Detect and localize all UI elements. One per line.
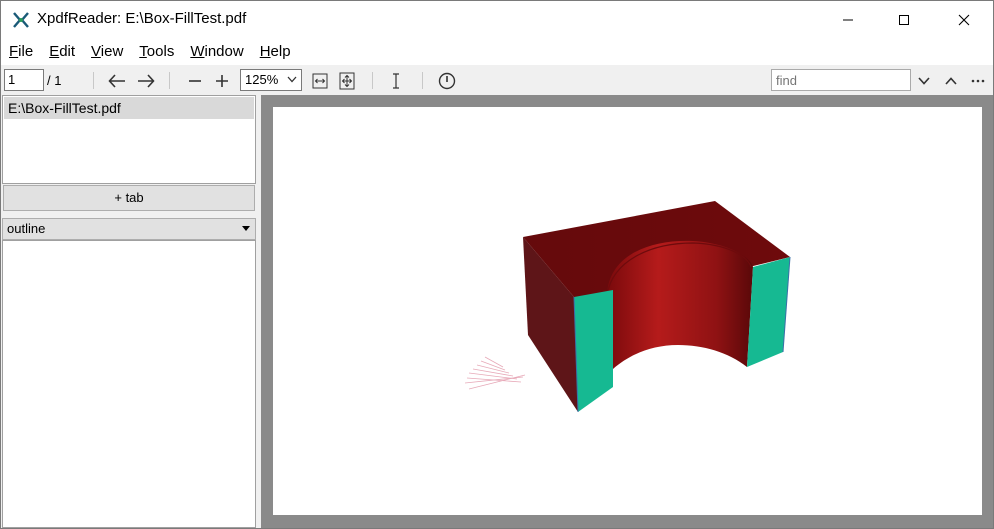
- fit-width-icon: [312, 73, 328, 89]
- close-icon: [958, 14, 970, 26]
- select-text-button[interactable]: [385, 70, 407, 92]
- maximize-button[interactable]: [881, 1, 927, 39]
- more-icon: [971, 79, 985, 83]
- menu-tools[interactable]: Tools: [131, 39, 182, 65]
- page-number-input[interactable]: 1: [4, 69, 44, 91]
- menu-view[interactable]: View: [83, 39, 131, 65]
- teal-face-left: [574, 290, 613, 412]
- menu-help[interactable]: Help: [252, 39, 299, 65]
- menu-edit[interactable]: Edit: [41, 39, 83, 65]
- app-window: XpdfReader: E:\Box-FillTest.pdf File Edi…: [0, 0, 994, 529]
- about-icon: [438, 72, 456, 90]
- fit-page-button[interactable]: [336, 70, 358, 92]
- minimize-icon: [843, 19, 853, 21]
- dropdown-arrow-icon: [242, 226, 250, 231]
- plus-icon: [216, 75, 228, 87]
- tab-item[interactable]: E:\Box-FillTest.pdf: [4, 97, 254, 119]
- hatch-lines: [464, 356, 526, 390]
- toolbar-separator: [422, 72, 423, 89]
- zoom-select[interactable]: 125%: [240, 69, 302, 91]
- more-button[interactable]: [967, 70, 989, 92]
- find-prev-button[interactable]: [940, 70, 962, 92]
- chevron-up-icon: [945, 77, 957, 85]
- minimize-button[interactable]: [825, 1, 871, 39]
- xpdf-logo-icon: [12, 11, 30, 29]
- title-bar[interactable]: XpdfReader: E:\Box-FillTest.pdf: [1, 1, 993, 39]
- arrow-right-icon: [138, 74, 155, 88]
- chevron-down-icon: [287, 76, 297, 83]
- toolbar: 1 / 1 125%: [1, 65, 993, 95]
- minus-icon: [189, 80, 201, 82]
- add-tab-button[interactable]: + tab: [3, 185, 255, 211]
- document-viewport[interactable]: [261, 95, 993, 528]
- chevron-down-icon: [918, 77, 930, 85]
- zoom-out-button[interactable]: [184, 70, 206, 92]
- text-cursor-icon: [393, 73, 399, 89]
- menu-bar: File Edit View Tools Window Help: [1, 39, 993, 65]
- outline-mode-select[interactable]: outline: [2, 218, 256, 240]
- toolbar-separator: [169, 72, 170, 89]
- about-button[interactable]: [436, 70, 458, 92]
- close-button[interactable]: [941, 1, 987, 39]
- outline-tree[interactable]: [2, 240, 256, 528]
- toolbar-separator: [372, 72, 373, 89]
- zoom-in-button[interactable]: [211, 70, 233, 92]
- sidebar: E:\Box-FillTest.pdf + tab outline: [1, 95, 257, 528]
- back-button[interactable]: [106, 70, 128, 92]
- forward-button[interactable]: [135, 70, 157, 92]
- arrow-left-icon: [108, 74, 125, 88]
- window-title: XpdfReader: E:\Box-FillTest.pdf: [37, 10, 247, 27]
- menu-window[interactable]: Window: [182, 39, 251, 65]
- menu-file[interactable]: File: [1, 39, 41, 65]
- fit-page-icon: [339, 72, 355, 90]
- fit-width-button[interactable]: [309, 70, 331, 92]
- find-next-button[interactable]: [913, 70, 935, 92]
- 3d-box-illustration: [464, 201, 791, 413]
- maximize-icon: [899, 15, 909, 25]
- pdf-page: [273, 107, 982, 515]
- tab-list: E:\Box-FillTest.pdf: [2, 95, 256, 184]
- toolbar-separator: [93, 72, 94, 89]
- find-input[interactable]: [771, 69, 911, 91]
- page-total-label: / 1: [47, 73, 62, 88]
